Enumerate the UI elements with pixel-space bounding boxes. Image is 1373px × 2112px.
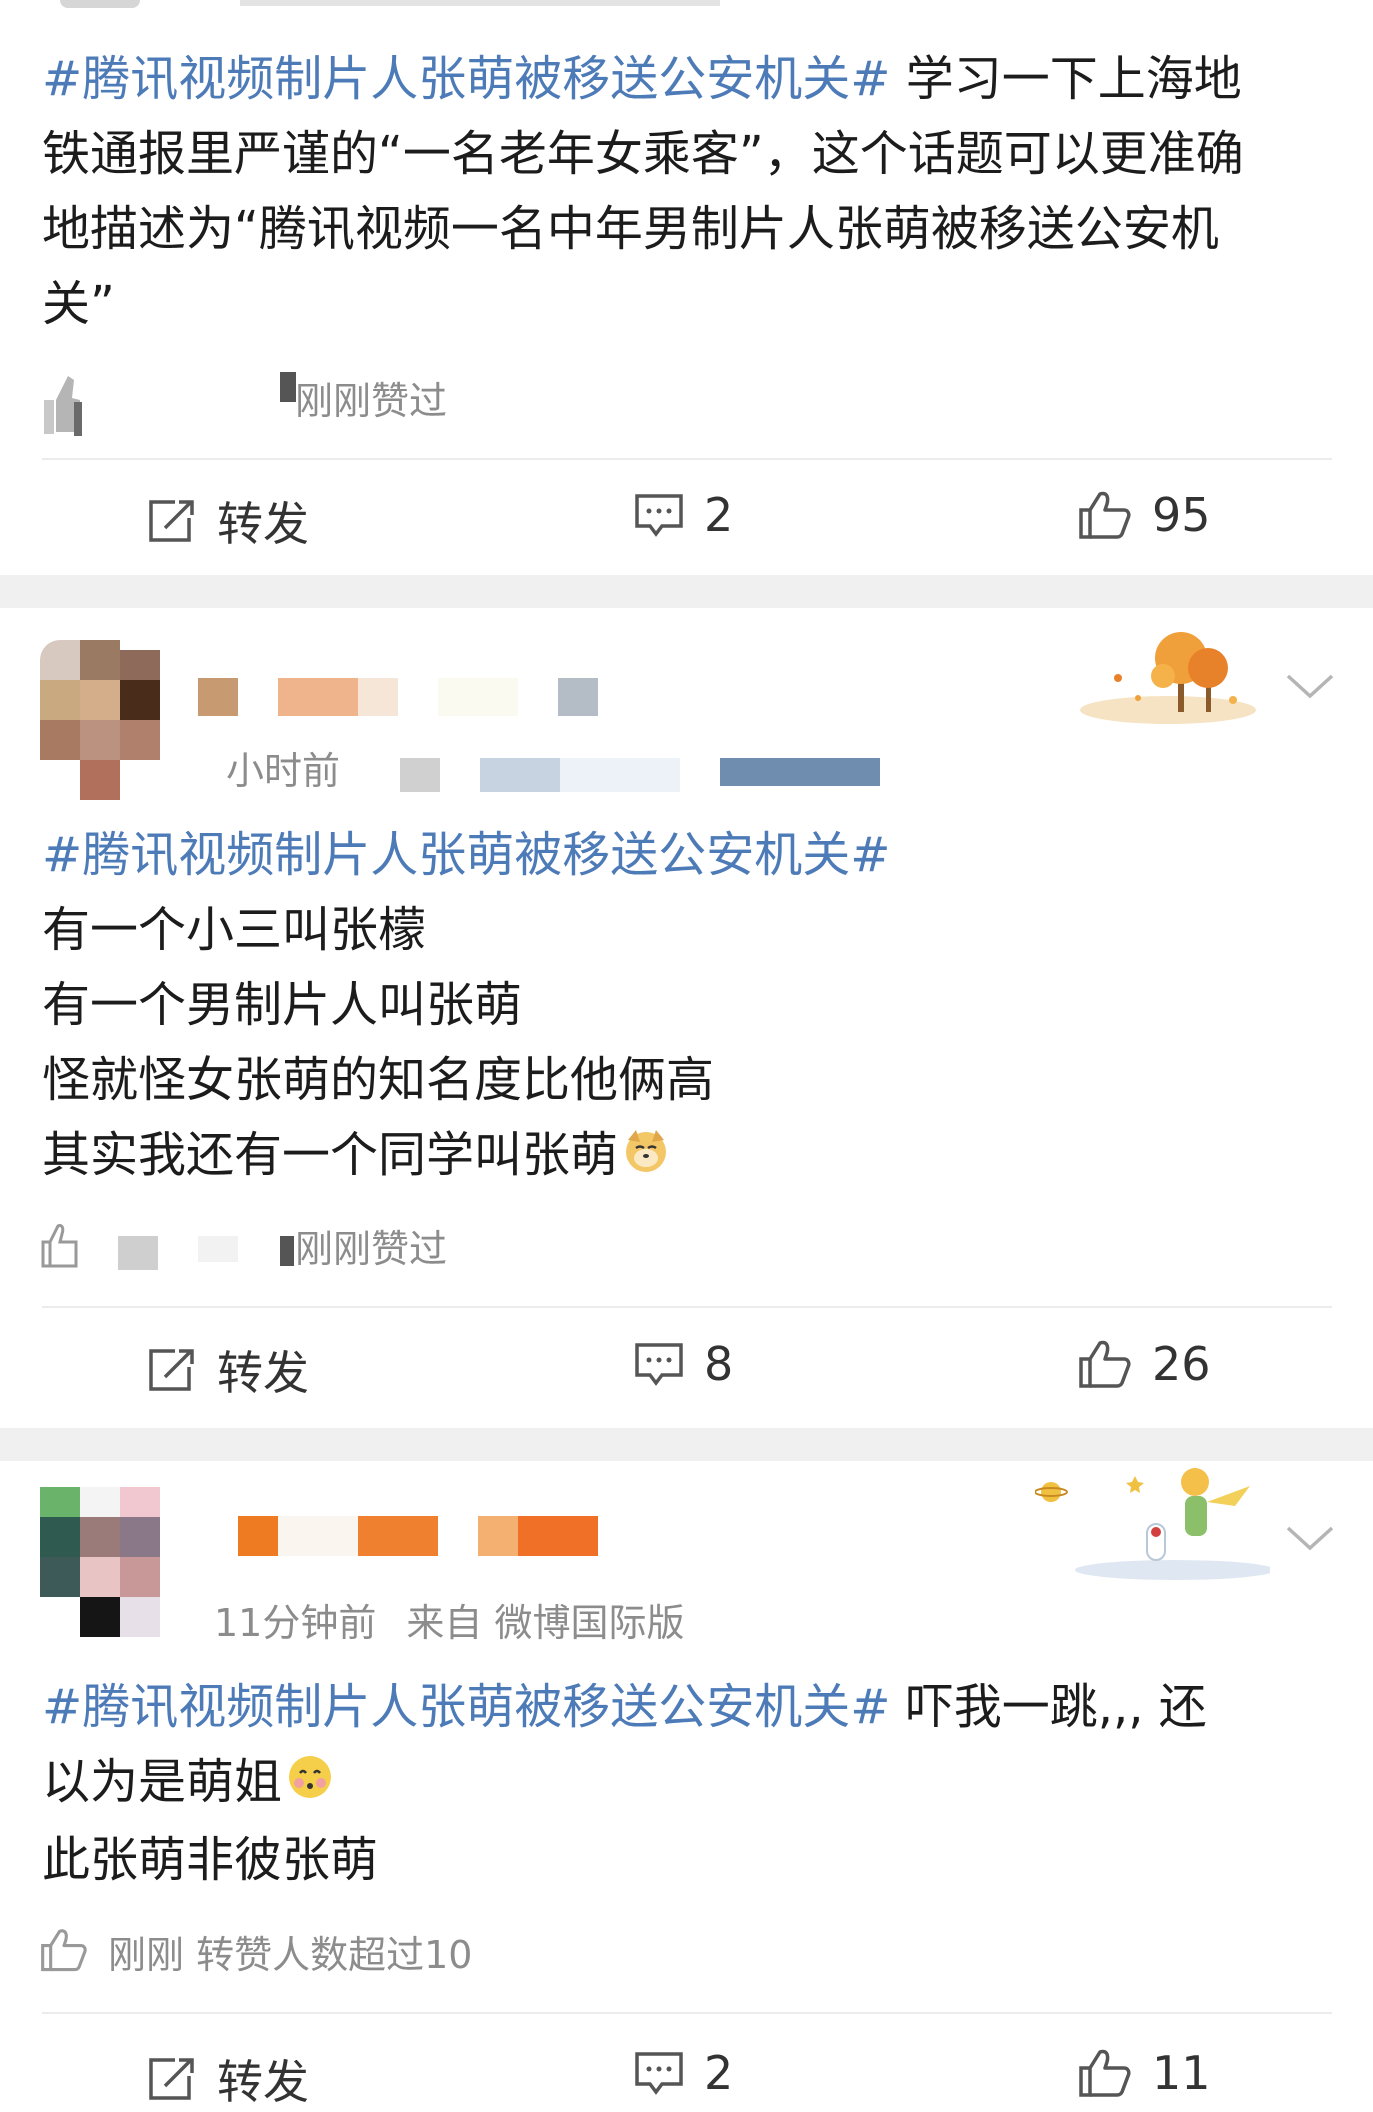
post-text-line: #腾讯视频制片人张萌被移送公安机关# 吓我一跳,,, 还 xyxy=(42,1679,1207,1735)
repost-icon xyxy=(149,1349,194,1391)
shy-face-emoji-icon xyxy=(286,1748,334,1823)
like-button[interactable]: 11 xyxy=(1078,2046,1211,2100)
like-button[interactable]: 26 xyxy=(1078,1337,1211,1391)
previous-meta-remnant-text xyxy=(240,0,720,6)
previous-meta-remnant xyxy=(60,0,140,8)
post-time: 小时前 xyxy=(226,749,341,793)
username-blur[interactable] xyxy=(198,678,600,718)
thumbs-up-icon xyxy=(1079,1340,1131,1388)
source-blur xyxy=(400,752,880,792)
post-text-line: 有一个男制片人叫张萌 xyxy=(42,977,523,1033)
comment-button[interactable]: 2 xyxy=(634,488,733,542)
post-text-line: #腾讯视频制片人张萌被移送公安机关# 学习一下上海地 xyxy=(42,51,1242,107)
post-2-text: #腾讯视频制片人张萌被移送公安机关# 有一个小三叫张檬 有一个男制片人叫张萌 怪… xyxy=(42,818,1312,1196)
doge-emoji-icon xyxy=(622,1121,670,1196)
like-avatar-icon xyxy=(40,1222,80,1272)
post-text-line: 此张萌非彼张萌 xyxy=(42,1831,379,1888)
comment-icon xyxy=(635,494,683,537)
thumbs-up-icon xyxy=(1079,2049,1131,2097)
little-prince-badge-icon xyxy=(1034,1462,1275,1582)
like-note: 刚刚赞过 xyxy=(295,379,448,423)
thumbs-up-icon xyxy=(40,1926,88,1978)
topic-link[interactable]: #腾讯视频制片人张萌被移送公安机关# xyxy=(42,51,890,107)
like-button[interactable]: 95 xyxy=(1078,488,1211,542)
divider xyxy=(42,458,1332,460)
chevron-down-icon[interactable] xyxy=(1284,672,1336,706)
post-text-line: 以为是萌姐 xyxy=(42,1745,1312,1823)
divider xyxy=(42,1306,1332,1308)
post-1-text: #腾讯视频制片人张萌被移送公安机关# 学习一下上海地 铁通报里严谨的“一名老年女… xyxy=(42,42,1312,342)
avatar[interactable] xyxy=(40,640,160,800)
post-text-line: 铁通报里严谨的“一名老年女乘客”，这个话题可以更准确 xyxy=(42,126,1244,182)
repost-button[interactable]: 转发 xyxy=(147,1337,309,1403)
comment-button[interactable]: 8 xyxy=(634,1337,733,1391)
comment-button[interactable]: 2 xyxy=(634,2046,733,2100)
repost-button[interactable]: 转发 xyxy=(147,488,309,554)
divider xyxy=(42,2012,1332,2014)
post-text-line: 其实我还有一个同学叫张萌 xyxy=(42,1118,1312,1196)
post-text-line: 有一个小三叫张檬 xyxy=(42,902,427,958)
post-text-line: 关” xyxy=(42,276,115,332)
post-text-line: 怪就怪女张萌的知名度比他俩高 xyxy=(42,1052,715,1108)
thumbs-up-icon xyxy=(1079,491,1131,539)
post-separator xyxy=(0,1428,1373,1461)
liker-blur xyxy=(118,1236,240,1270)
topic-link[interactable]: #腾讯视频制片人张萌被移送公安机关# xyxy=(42,818,1312,893)
post-meta: 11分钟前 来自 微博国际版 xyxy=(214,1592,684,1647)
post-3-text: #腾讯视频制片人张萌被移送公安机关# 吓我一跳,,, 还 以为是萌姐 此张萌非彼… xyxy=(42,1670,1312,1898)
avatar[interactable] xyxy=(40,1487,160,1637)
chevron-down-icon[interactable] xyxy=(1284,1524,1336,1558)
like-avatar-icon xyxy=(40,370,82,436)
comment-icon xyxy=(635,1343,683,1386)
post-source[interactable]: 来自 微博国际版 xyxy=(406,1601,684,1645)
like-note: 刚刚赞过 xyxy=(295,1227,448,1271)
like-note: 刚刚 转赞人数超过10 xyxy=(108,1933,473,1977)
post-text-line: 地描述为“腾讯视频一名中年男制片人张萌被移送公安机 xyxy=(42,201,1219,257)
repost-button[interactable]: 转发 xyxy=(147,2046,309,2112)
liker-blur xyxy=(280,372,296,402)
repost-icon xyxy=(149,500,194,542)
autumn-tree-badge-icon xyxy=(1078,618,1258,728)
post-time: 11分钟前 xyxy=(214,1601,377,1645)
post-separator xyxy=(0,575,1373,608)
liker-blur-edge xyxy=(280,1236,294,1266)
username-blur[interactable] xyxy=(238,1516,600,1556)
comment-icon xyxy=(635,2052,683,2095)
repost-icon xyxy=(149,2058,194,2100)
topic-link[interactable]: #腾讯视频制片人张萌被移送公安机关# xyxy=(42,1679,890,1735)
